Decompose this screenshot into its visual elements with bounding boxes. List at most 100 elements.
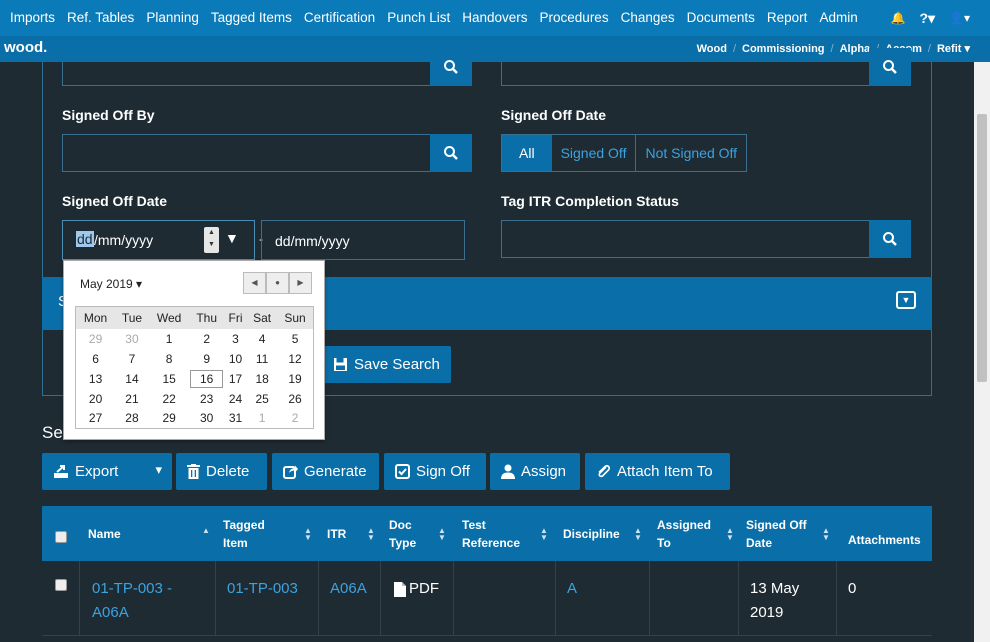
user-icon[interactable]: 👤▾ <box>949 11 970 25</box>
calendar-day[interactable]: 31 <box>224 409 247 429</box>
row-doc-type[interactable]: PDF <box>394 577 439 601</box>
col-discipline[interactable]: Discipline <box>563 506 620 561</box>
assign-button[interactable]: Assign <box>490 453 580 490</box>
calendar-day[interactable]: 13 <box>76 369 116 389</box>
export-button[interactable]: Export ▾ <box>42 453 172 490</box>
save-search-button[interactable]: Save Search <box>321 346 451 383</box>
nav-punch-list[interactable]: Punch List <box>381 0 456 36</box>
filter-input-top-right[interactable] <box>501 62 870 86</box>
date-month-year-segment[interactable]: /mm/yyyy <box>94 232 153 248</box>
crumb-commissioning[interactable]: Commissioning <box>742 36 825 62</box>
calendar-day[interactable]: 7 <box>115 349 149 369</box>
calendar-day[interactable]: 4 <box>247 329 277 349</box>
nav-imports[interactable]: Imports <box>0 0 61 36</box>
page-scrollbar[interactable] <box>974 62 990 642</box>
col-doc-type[interactable]: Doc Type <box>389 506 416 561</box>
calendar-day[interactable]: 21 <box>115 389 149 409</box>
wood-logo[interactable]: wood. <box>4 39 47 56</box>
date-spinner[interactable]: ▲ ▼ <box>204 227 219 253</box>
sort-icon[interactable]: ▲ ▼ <box>367 527 375 542</box>
signed-off-by-input[interactable] <box>62 134 431 172</box>
col-assigned-to[interactable]: Assigned To <box>657 506 711 561</box>
help-icon[interactable]: ?▾ <box>919 10 935 27</box>
col-name[interactable]: Name <box>88 506 121 561</box>
tag-itr-status-input[interactable] <box>501 220 870 258</box>
calendar-day[interactable]: 29 <box>76 329 116 349</box>
col-signed-off-date[interactable]: Signed Off Date <box>746 506 807 561</box>
calendar-day[interactable]: 9 <box>189 349 223 369</box>
tag-itr-search-button[interactable] <box>869 220 911 258</box>
nav-documents[interactable]: Documents <box>681 0 761 36</box>
calendar-day[interactable]: 11 <box>247 349 277 369</box>
calendar-day[interactable]: 26 <box>277 389 313 409</box>
calendar-day[interactable]: 30 <box>189 409 223 429</box>
sort-icon[interactable]: ▲ ▼ <box>634 527 642 542</box>
row-checkbox[interactable] <box>55 579 67 591</box>
calendar-day[interactable]: 2 <box>189 329 223 349</box>
table-row[interactable] <box>42 635 932 642</box>
calendar-day[interactable]: 23 <box>189 389 223 409</box>
date-to-input[interactable]: dd/mm/yyyy <box>261 220 465 260</box>
col-tagged-item[interactable]: Tagged Item <box>223 506 265 561</box>
attach-item-button[interactable]: Attach Item To <box>585 453 730 490</box>
calendar-day[interactable]: 28 <box>115 409 149 429</box>
sort-icon[interactable]: ▲ ▼ <box>304 527 312 542</box>
date-from-input[interactable]: dd /mm/yyyy ▲ ▼ ▼ <box>62 220 255 260</box>
col-test-reference[interactable]: Test Reference <box>462 506 520 561</box>
date-day-segment[interactable]: dd <box>76 231 94 247</box>
calendar-day[interactable]: 12 <box>277 349 313 369</box>
calendar-day[interactable]: 22 <box>149 389 190 409</box>
nav-certification[interactable]: Certification <box>298 0 381 36</box>
calendar-day[interactable]: 2 <box>277 409 313 429</box>
calendar-day[interactable]: 20 <box>76 389 116 409</box>
nav-changes[interactable]: Changes <box>615 0 681 36</box>
export-caret-icon[interactable]: ▾ <box>155 462 162 478</box>
row-discipline-link[interactable]: A <box>567 577 577 601</box>
prev-month-icon[interactable]: ◀ <box>243 272 266 294</box>
row-name-link[interactable]: 01-TP-003 - A06A <box>92 577 172 625</box>
filter-all-button[interactable]: All <box>502 135 552 171</box>
filter-signed-off-button[interactable]: Signed Off <box>552 135 636 171</box>
row-tagged-item-link[interactable]: 01-TP-003 <box>227 577 298 601</box>
calendar-day[interactable]: 6 <box>76 349 116 369</box>
calendar-day[interactable]: 17 <box>224 369 247 389</box>
sort-icon[interactable]: ▲ ▼ <box>726 527 734 542</box>
calendar-day[interactable]: 5 <box>277 329 313 349</box>
calendar-day[interactable]: 10 <box>224 349 247 369</box>
crumb-wood[interactable]: Wood <box>697 36 727 62</box>
nav-report[interactable]: Report <box>761 0 814 36</box>
select-all-checkbox[interactable] <box>55 531 67 543</box>
month-year-selector[interactable]: May 2019 ▾ <box>80 277 142 291</box>
table-row[interactable]: 01-TP-003 - A06A 01-TP-003 A06A PDF A 13 … <box>42 561 932 635</box>
calendar-day[interactable]: 19 <box>277 369 313 389</box>
calendar-day[interactable]: 24 <box>224 389 247 409</box>
calendar-day[interactable]: 29 <box>149 409 190 429</box>
delete-button[interactable]: Delete <box>176 453 267 490</box>
scrollbar-thumb[interactable] <box>977 114 987 382</box>
nav-tagged-items[interactable]: Tagged Items <box>205 0 298 36</box>
filter-not-signed-off-button[interactable]: Not Signed Off <box>635 135 746 171</box>
crumb-alpha[interactable]: Alpha <box>840 36 871 62</box>
nav-ref-tables[interactable]: Ref. Tables <box>61 0 140 36</box>
date-dropdown-icon[interactable]: ▼ <box>225 230 239 246</box>
sort-icon[interactable]: ▲ ▼ <box>822 527 830 542</box>
calendar-day[interactable]: 18 <box>247 369 277 389</box>
col-itr[interactable]: ITR <box>327 506 346 561</box>
sort-icon[interactable]: ▲ ▼ <box>438 527 446 542</box>
today-dot-icon[interactable]: ● <box>266 272 289 294</box>
search-button-top-left[interactable] <box>430 48 472 86</box>
calendar-day[interactable]: 1 <box>247 409 277 429</box>
collapse-toggle-icon[interactable]: ▼ <box>896 291 916 309</box>
sign-off-button[interactable]: Sign Off <box>384 453 486 490</box>
calendar-day[interactable]: 1 <box>149 329 190 349</box>
calendar-day-today[interactable]: 16 <box>189 369 223 389</box>
bell-icon[interactable]: 🔔 <box>890 11 905 25</box>
calendar-day[interactable]: 27 <box>76 409 116 429</box>
generate-button[interactable]: Generate <box>272 453 379 490</box>
row-itr-link[interactable]: A06A <box>330 577 367 601</box>
next-month-icon[interactable]: ▶ <box>289 272 312 294</box>
nav-admin[interactable]: Admin <box>813 0 863 36</box>
crumb-refit[interactable]: Refit ▾ <box>937 36 970 62</box>
calendar-day[interactable]: 25 <box>247 389 277 409</box>
signed-off-by-search-button[interactable] <box>430 134 472 172</box>
